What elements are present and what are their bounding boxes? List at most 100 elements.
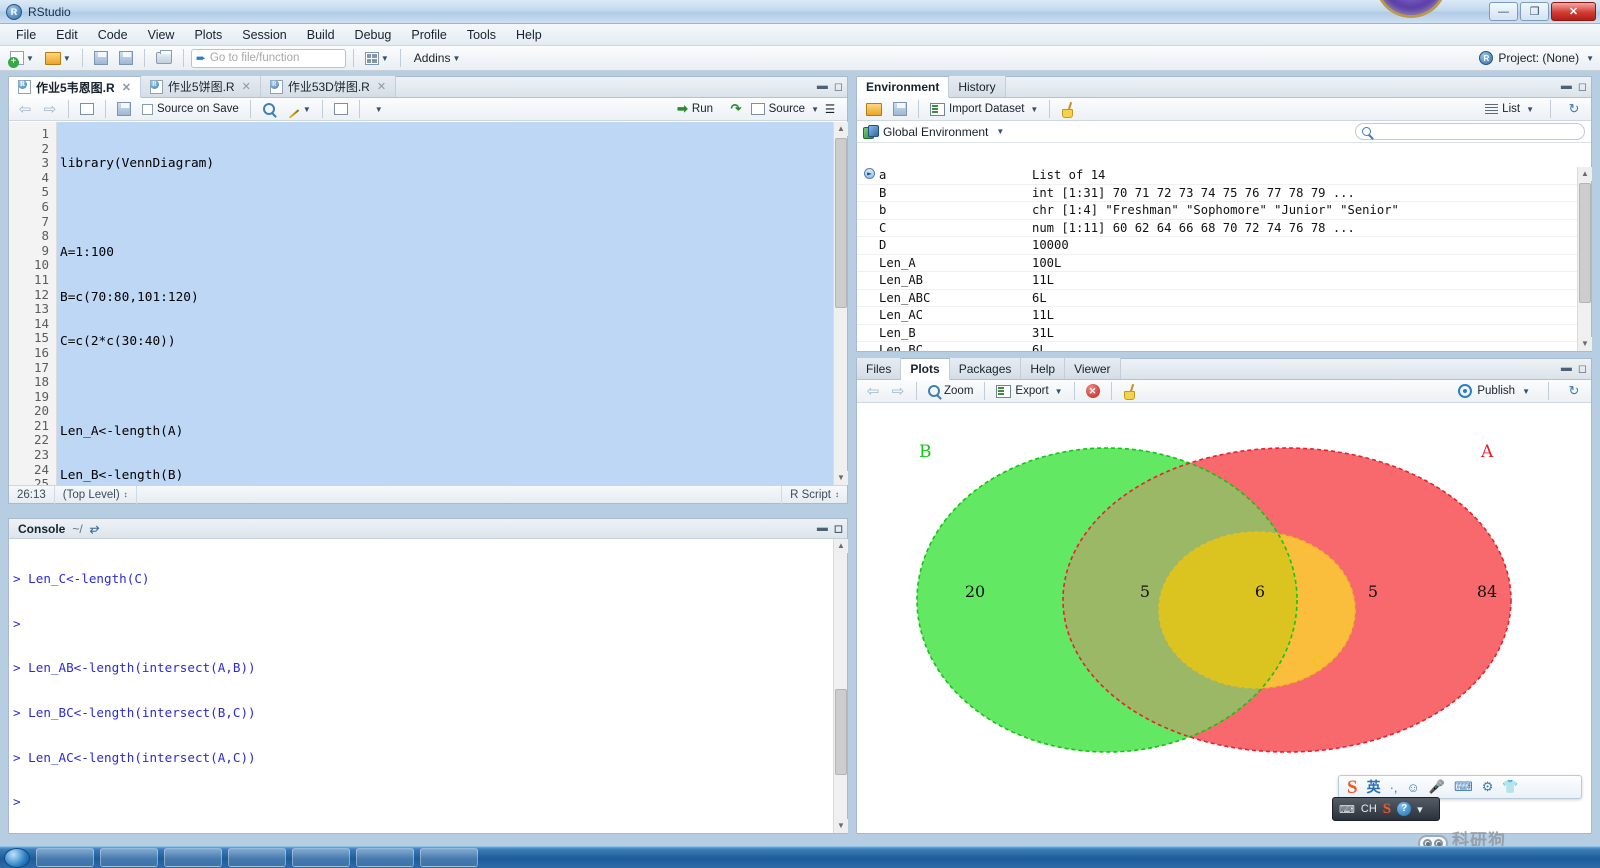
back-arrow-icon[interactable]: ⇦ — [862, 381, 884, 401]
zoom-plot-button[interactable]: Zoom — [924, 381, 977, 401]
skin-icon[interactable]: 👕 — [1502, 779, 1518, 795]
minimize-pane-icon[interactable]: ▬ — [817, 80, 828, 93]
microphone-icon[interactable]: 🎤 — [1429, 779, 1445, 795]
compile-report-button[interactable] — [330, 99, 352, 119]
environment-vertical-scrollbar[interactable]: ▲ ▼ — [1577, 167, 1592, 351]
clear-workspace-button[interactable] — [1057, 99, 1080, 119]
start-orb-icon[interactable] — [4, 847, 30, 868]
save-source-button[interactable] — [113, 99, 135, 119]
rerun-button[interactable]: ↷ — [725, 99, 747, 119]
environment-search-input[interactable] — [1355, 123, 1585, 140]
forward-arrow-icon[interactable]: ⇨ — [887, 381, 909, 401]
close-button[interactable]: ✕ — [1551, 2, 1596, 21]
menu-tools[interactable]: Tools — [457, 26, 506, 44]
close-icon[interactable]: ✕ — [122, 81, 131, 94]
console-output[interactable]: > Len_C<-length(C) > > Len_AB<-length(in… — [9, 539, 833, 833]
ime-status-bar[interactable]: ⌨ CH S ? ▾ — [1332, 797, 1440, 821]
chevron-down-icon[interactable]: ▼ — [1586, 54, 1594, 63]
minimize-pane-icon[interactable]: ▬ — [1561, 362, 1572, 375]
taskbar-item[interactable] — [100, 848, 158, 867]
maximize-pane-icon[interactable]: ◻ — [834, 522, 843, 535]
tab-plots[interactable]: Plots — [901, 359, 950, 380]
taskbar-item[interactable] — [420, 848, 478, 867]
project-selector[interactable]: R Project: (None) ▼ — [1479, 51, 1594, 65]
table-row[interactable]: Len_BC 6L — [857, 342, 1577, 351]
save-button[interactable] — [90, 48, 112, 68]
save-workspace-button[interactable] — [889, 99, 911, 119]
plot-canvas[interactable]: B A C 20 5 6 5 84 — [857, 405, 1591, 833]
taskbar-item[interactable] — [164, 848, 222, 867]
remove-plot-button[interactable]: ✕ — [1082, 381, 1104, 401]
table-row[interactable]: Len_AC 11L — [857, 307, 1577, 325]
chevron-down-icon[interactable]: ▼ — [375, 105, 383, 114]
chevron-down-icon[interactable]: ▾ — [1417, 803, 1423, 816]
table-row[interactable]: Len_A 100L — [857, 255, 1577, 272]
show-in-new-window-icon[interactable]: ⥂ — [90, 521, 100, 536]
tab-help[interactable]: Help — [1021, 358, 1066, 379]
code-tools-button[interactable]: ▼ — [283, 99, 315, 119]
scope-label[interactable]: Global Environment — [883, 125, 988, 139]
console-working-directory[interactable]: ~/ — [72, 522, 82, 536]
table-row[interactable]: Len_B 31L — [857, 325, 1577, 342]
menu-session[interactable]: Session — [232, 26, 296, 44]
chunk-menu-button[interactable]: ▼ — [367, 99, 389, 119]
expand-icon[interactable]: ► — [864, 168, 875, 180]
chevron-down-icon[interactable]: ▼ — [1526, 105, 1534, 114]
maximize-pane-icon[interactable]: ◻ — [1578, 80, 1587, 93]
help-icon[interactable]: ? — [1397, 802, 1412, 816]
menu-edit[interactable]: Edit — [46, 26, 88, 44]
run-button[interactable]: ➡ Run — [673, 99, 717, 119]
chevron-down-icon[interactable]: ▼ — [1030, 105, 1038, 114]
code-editor[interactable]: 1 2 3 4 5 6 7 8 9 10 11 12 13 14 15 16 1… — [9, 122, 847, 485]
show-in-new-window-button[interactable] — [76, 99, 98, 119]
clear-all-plots-button[interactable] — [1119, 381, 1142, 401]
source-tab-2[interactable]: 作业5饼图.R ✕ — [140, 76, 261, 97]
scrollbar-thumb[interactable] — [835, 689, 847, 775]
scrollbar-thumb[interactable] — [835, 138, 847, 308]
toolbox-icon[interactable]: ⚙ — [1482, 779, 1494, 795]
tab-files[interactable]: Files — [857, 358, 902, 379]
menu-profile[interactable]: Profile — [401, 26, 456, 44]
table-row[interactable]: Len_ABC 6L — [857, 290, 1577, 307]
tab-packages[interactable]: Packages — [949, 358, 1022, 379]
taskbar-item[interactable] — [36, 848, 94, 867]
tab-viewer[interactable]: Viewer — [1065, 358, 1121, 379]
taskbar-item[interactable] — [356, 848, 414, 867]
maximize-pane-icon[interactable]: ◻ — [1578, 362, 1587, 375]
load-workspace-button[interactable] — [862, 99, 886, 119]
refresh-environment-button[interactable]: ↻ — [1563, 99, 1585, 119]
close-icon[interactable]: ✕ — [242, 80, 251, 93]
minimize-pane-icon[interactable]: ▬ — [1561, 80, 1572, 93]
chevron-down-icon[interactable]: ▼ — [811, 105, 819, 114]
chevron-down-icon[interactable]: ▼ — [1522, 387, 1530, 396]
scrollbar-thumb[interactable] — [1579, 183, 1591, 303]
scope-selector[interactable]: (Top Level) ↕ — [55, 485, 137, 504]
environment-object-list[interactable]: ► a List of 14 B int [1:31] 70 71 72 73 … — [857, 167, 1577, 351]
refresh-plot-button[interactable]: ↻ — [1563, 381, 1585, 401]
new-file-button[interactable]: ▼ — [6, 48, 38, 68]
tab-history[interactable]: History — [949, 76, 1006, 97]
menu-help[interactable]: Help — [506, 26, 552, 44]
scroll-down-icon[interactable]: ▼ — [834, 819, 848, 833]
find-replace-button[interactable] — [258, 99, 280, 119]
scroll-down-icon[interactable]: ▼ — [1578, 337, 1592, 351]
table-row[interactable]: b chr [1:4] "Freshman" "Sophomore" "Juni… — [857, 202, 1577, 220]
chevron-down-icon[interactable]: ▼ — [452, 54, 460, 63]
scroll-up-icon[interactable]: ▲ — [834, 122, 848, 136]
tab-environment[interactable]: Environment — [857, 77, 950, 98]
export-plot-button[interactable]: Export ▼ — [992, 381, 1066, 401]
chevron-down-icon[interactable]: ▼ — [303, 105, 311, 114]
back-arrow-icon[interactable]: ⇦ — [14, 99, 36, 119]
chevron-down-icon[interactable]: ▼ — [26, 54, 34, 63]
ime-mode-label[interactable]: 英 — [1367, 777, 1381, 797]
chevron-down-icon[interactable]: ▼ — [996, 127, 1004, 136]
code-text[interactable]: library(VennDiagram) A=1:100 B=c(70:80,1… — [57, 122, 847, 485]
import-dataset-button[interactable]: Import Dataset ▼ — [926, 99, 1042, 119]
soft-keyboard-icon[interactable]: ⌨ — [1454, 779, 1473, 795]
menu-debug[interactable]: Debug — [345, 26, 402, 44]
menu-file[interactable]: File — [6, 26, 46, 44]
file-type-selector[interactable]: R Script ↕ — [781, 485, 847, 504]
forward-arrow-icon[interactable]: ⇨ — [39, 99, 61, 119]
table-row[interactable]: D 10000 — [857, 237, 1577, 255]
source-on-save-checkbox[interactable]: Source on Save — [138, 99, 243, 119]
